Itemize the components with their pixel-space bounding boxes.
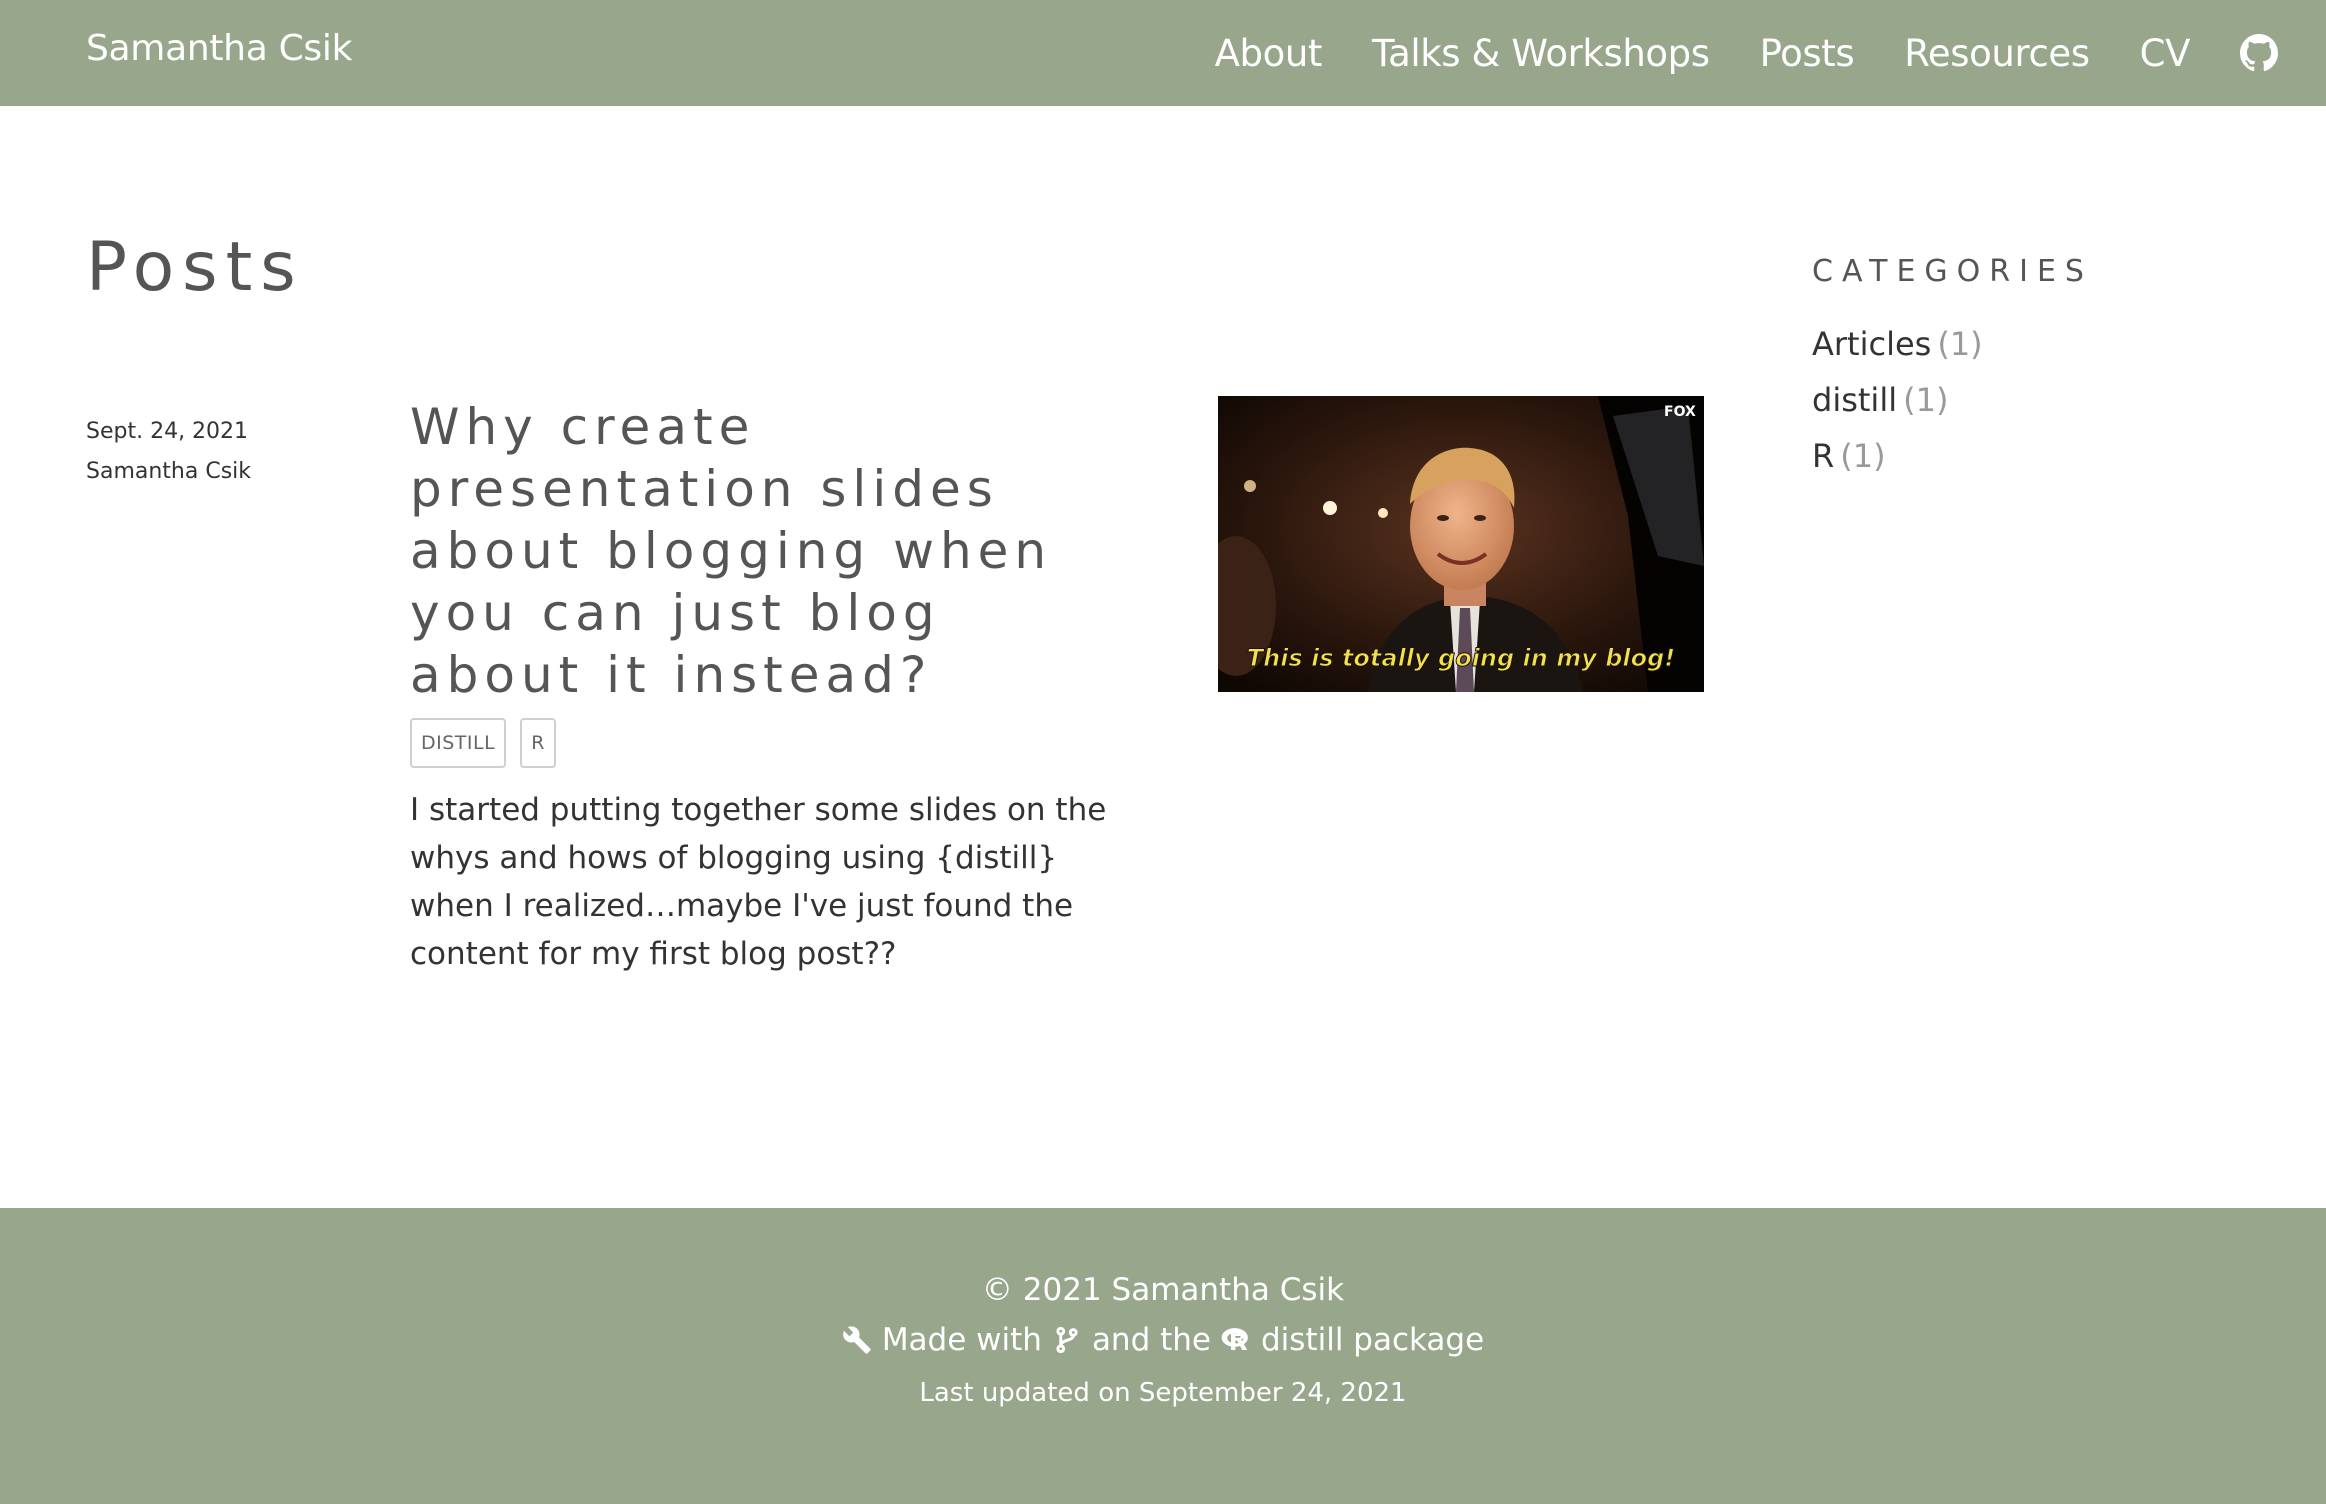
post-tags: DISTILL R [410, 718, 1130, 768]
site-title-link[interactable]: Samantha Csik [86, 28, 352, 69]
nav-posts[interactable]: Posts [1760, 32, 1855, 75]
post-author: Samantha Csik [86, 459, 252, 484]
category-name: Articles [1812, 325, 1932, 363]
category-count: (1) [1903, 381, 1949, 419]
footer-last-updated: Last updated on September 24, 2021 [919, 1378, 1407, 1408]
post-description: I started putting together some slides o… [410, 792, 1107, 972]
git-branch-icon[interactable] [1052, 1325, 1082, 1355]
site-footer: © 2021 Samantha Csik Made with and the d… [0, 1208, 2326, 1504]
post-date: Sept. 24, 2021 [86, 419, 249, 444]
category-count: (1) [1840, 437, 1886, 475]
post-item: Why create presentation slides about blo… [410, 396, 1130, 978]
post-title-link[interactable]: Why create presentation slides about blo… [410, 396, 1130, 706]
nav-resources[interactable]: Resources [1904, 32, 2090, 75]
site-header: Samantha Csik About Talks & Workshops Po… [0, 0, 2326, 106]
post-meta: Sept. 24, 2021 Samantha Csik [86, 412, 346, 492]
footer-copyright: © 2021 Samantha Csik [981, 1272, 1345, 1308]
category-count: (1) [1937, 325, 1983, 363]
post-thumbnail[interactable]: FOX This is totally going in my blog! [1218, 396, 1704, 692]
categories-heading: CATEGORIES [1812, 254, 2093, 289]
nav-about[interactable]: About [1215, 32, 1323, 75]
thumbnail-caption: This is totally going in my blog! [1247, 644, 1675, 672]
github-icon[interactable] [2240, 34, 2278, 72]
nav-talks-workshops[interactable]: Talks & Workshops [1372, 32, 1710, 75]
footer-made-with: Made with and the distill package [0, 1322, 2326, 1358]
page-title: Posts [86, 228, 304, 307]
category-r[interactable]: R (1) [1812, 428, 2272, 484]
tag-distill[interactable]: DISTILL [410, 718, 507, 768]
main-nav: About Talks & Workshops Posts Resources … [1215, 26, 2278, 80]
categories-sidebar: CATEGORIES Articles (1) distill (1) R (1) [1812, 252, 2272, 484]
category-name: R [1812, 437, 1835, 475]
nav-cv[interactable]: CV [2140, 32, 2191, 75]
footer-package-link[interactable]: distill package [1261, 1322, 1484, 1358]
category-articles[interactable]: Articles (1) [1812, 316, 2272, 372]
category-distill[interactable]: distill (1) [1812, 372, 2272, 428]
tag-r[interactable]: R [520, 718, 556, 768]
footer-made-with-text: Made with [881, 1322, 1042, 1358]
wrench-icon [842, 1325, 872, 1355]
r-logo-icon[interactable] [1221, 1325, 1251, 1355]
thumbnail-logo: FOX [1664, 404, 1696, 420]
category-name: distill [1812, 381, 1898, 419]
footer-and-the-text: and the [1091, 1322, 1211, 1358]
